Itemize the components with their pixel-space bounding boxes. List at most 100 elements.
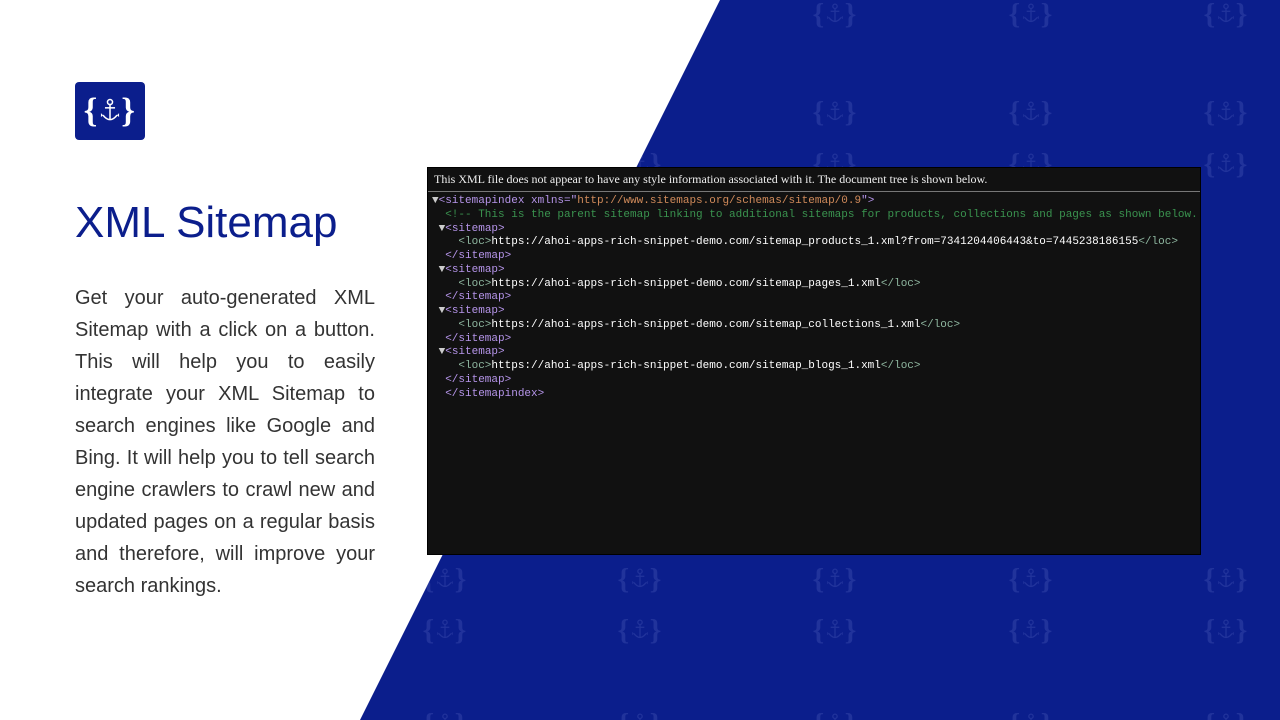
- svg-text:{: {: [422, 0, 434, 31]
- svg-text:}: }: [1040, 96, 1052, 129]
- anchor-braces-icon: { }: [225, 606, 273, 654]
- svg-text:}: }: [650, 563, 662, 596]
- svg-text:}: }: [259, 0, 271, 31]
- xml-tag: <sitemapindex xmlns=": [439, 195, 578, 207]
- svg-text:}: }: [259, 614, 271, 647]
- anchor-braces-icon: { }: [30, 140, 78, 188]
- svg-text:{: {: [227, 0, 239, 31]
- anchor-braces-icon: { }: [1007, 555, 1055, 603]
- xml-tag: </sitemapindex>: [445, 388, 544, 400]
- svg-text:{: {: [227, 614, 239, 647]
- anchor-braces-icon: { }: [811, 606, 859, 654]
- xml-tag: <sitemap>: [445, 223, 504, 235]
- xml-viewer: This XML file does not appear to have an…: [428, 168, 1200, 554]
- anchor-braces-icon: { }: [616, 700, 664, 720]
- svg-text:}: }: [64, 708, 76, 720]
- svg-text:}: }: [64, 0, 76, 31]
- anchor-braces-icon: { }: [811, 555, 859, 603]
- anchor-braces-icon: { }: [1007, 700, 1055, 720]
- svg-text:{: {: [1008, 96, 1020, 129]
- anchor-braces-icon: { }: [1007, 88, 1055, 136]
- anchor-braces-icon: { }: [225, 88, 273, 136]
- svg-text:{: {: [31, 563, 43, 596]
- svg-text:{: {: [227, 96, 239, 129]
- svg-text:{: {: [31, 96, 43, 129]
- anchor-braces-icon: { }: [616, 606, 664, 654]
- svg-text:{: {: [227, 708, 239, 720]
- anchor-braces-icon: { }: [225, 140, 273, 188]
- svg-text:}: }: [1040, 0, 1052, 31]
- anchor-braces-icon: { }: [421, 606, 469, 654]
- svg-text:{: {: [422, 708, 434, 720]
- svg-text:}: }: [650, 96, 662, 129]
- svg-text:{: {: [813, 614, 825, 647]
- anchor-braces-icon: { }: [82, 88, 138, 134]
- svg-text:{: {: [31, 708, 43, 720]
- xml-tag: <loc>: [458, 236, 491, 248]
- anchor-braces-icon: { }: [421, 88, 469, 136]
- svg-text:{: {: [422, 96, 434, 129]
- anchor-braces-icon: { }: [1202, 606, 1250, 654]
- anchor-braces-icon: { }: [616, 0, 664, 38]
- svg-text:{: {: [31, 0, 43, 31]
- svg-text:}: }: [1236, 0, 1248, 31]
- xml-tag: <loc>: [458, 319, 491, 331]
- svg-text:}: }: [64, 563, 76, 596]
- anchor-braces-icon: { }: [30, 700, 78, 720]
- xml-tag: </sitemap>: [445, 374, 511, 386]
- svg-text:{: {: [31, 614, 43, 647]
- anchor-braces-icon: { }: [225, 700, 273, 720]
- svg-text:{: {: [1203, 148, 1215, 181]
- svg-text:}: }: [845, 0, 857, 31]
- xml-url: https://ahoi-apps-rich-snippet-demo.com/…: [491, 319, 920, 331]
- svg-text:{: {: [617, 614, 629, 647]
- svg-text:}: }: [1236, 96, 1248, 129]
- xml-namespace: http://www.sitemaps.org/schemas/sitemap/…: [577, 195, 861, 207]
- svg-text:}: }: [454, 0, 466, 31]
- svg-text:{: {: [1008, 563, 1020, 596]
- svg-text:{: {: [813, 96, 825, 129]
- svg-text:}: }: [454, 563, 466, 596]
- svg-text:}: }: [454, 708, 466, 720]
- xml-tag: <sitemap>: [445, 305, 504, 317]
- svg-text:{: {: [813, 708, 825, 720]
- svg-text:}: }: [121, 91, 135, 130]
- xml-tag: <loc>: [458, 360, 491, 372]
- anchor-braces-icon: { }: [811, 700, 859, 720]
- description-text: Get your auto-generated XML Sitemap with…: [75, 282, 375, 602]
- svg-text:{: {: [1008, 708, 1020, 720]
- anchor-braces-icon: { }: [225, 0, 273, 38]
- svg-text:{: {: [813, 0, 825, 31]
- svg-text:}: }: [259, 148, 271, 181]
- xml-tag: <sitemap>: [445, 264, 504, 276]
- pattern-row: { } { } { } { } { }: [0, 0, 1280, 38]
- svg-text:}: }: [845, 708, 857, 720]
- svg-text:{: {: [617, 0, 629, 31]
- svg-text:{: {: [84, 91, 98, 130]
- svg-text:{: {: [422, 614, 434, 647]
- svg-text:}: }: [845, 96, 857, 129]
- brand-logo: { }: [75, 82, 145, 140]
- xml-tag: <sitemap>: [445, 346, 504, 358]
- anchor-braces-icon: { }: [1202, 140, 1250, 188]
- xml-comment: <!-- This is the parent sitemap linking …: [445, 209, 1200, 221]
- svg-text:}: }: [1040, 708, 1052, 720]
- xml-viewer-body: ▼<sitemapindex xmlns="http://www.sitemap…: [428, 192, 1200, 404]
- anchor-braces-icon: { }: [30, 606, 78, 654]
- svg-text:}: }: [1236, 563, 1248, 596]
- anchor-braces-icon: { }: [616, 555, 664, 603]
- xml-url: https://ahoi-apps-rich-snippet-demo.com/…: [491, 360, 880, 372]
- svg-text:{: {: [1203, 614, 1215, 647]
- svg-text:{: {: [617, 96, 629, 129]
- svg-text:{: {: [813, 563, 825, 596]
- svg-text:{: {: [1203, 708, 1215, 720]
- anchor-braces-icon: { }: [30, 555, 78, 603]
- svg-text:}: }: [64, 148, 76, 181]
- svg-text:{: {: [617, 708, 629, 720]
- svg-text:}: }: [845, 563, 857, 596]
- svg-text:}: }: [64, 96, 76, 129]
- pattern-row: { } { } { } { } { }: [0, 700, 1280, 720]
- svg-text:{: {: [31, 148, 43, 181]
- pattern-row: { } { } { } { } { }: [0, 88, 1280, 136]
- svg-text:}: }: [454, 614, 466, 647]
